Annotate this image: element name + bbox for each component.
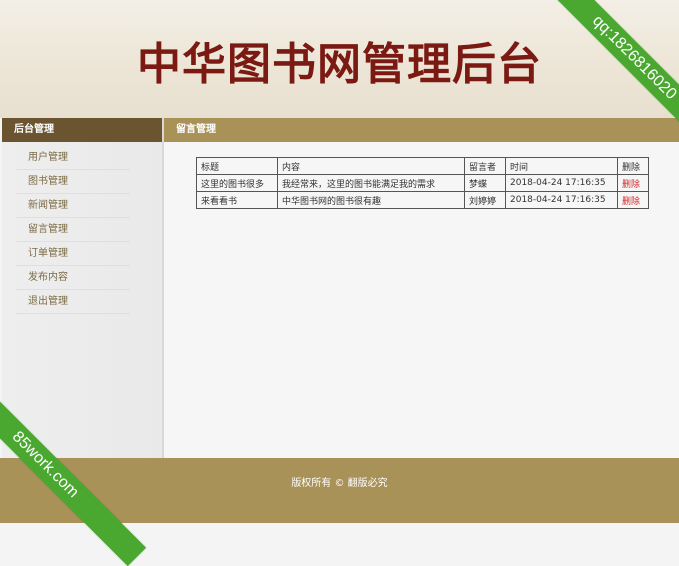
col-delete: 删除	[617, 157, 649, 175]
sidebar-title: 后台管理	[2, 118, 162, 142]
main-content: 标题 内容 留言者 时间 删除 这里的图书很多 我经常来，这里的图书能满足我的需…	[164, 142, 679, 458]
main-title: 留言管理	[164, 118, 679, 142]
cell-content: 我经常来，这里的图书能满足我的需求	[277, 174, 465, 192]
sidebar: 后台管理 用户管理 图书管理 新闻管理 留言管理 订单管理 发布内容 退出管理	[2, 118, 164, 458]
site-title: 中华图书网管理后台	[137, 39, 542, 90]
table-row: 这里的图书很多 我经常来，这里的图书能满足我的需求 梦蝶 2018-04-24 …	[196, 174, 649, 192]
col-content: 内容	[277, 157, 465, 175]
col-title: 标题	[196, 157, 278, 175]
sidebar-item-news[interactable]: 新闻管理	[16, 194, 130, 218]
table-row: 来看看书 中华图书网的图书很有趣 刘婷婷 2018-04-24 17:16:35…	[196, 191, 649, 209]
cell-author: 刘婷婷	[464, 191, 506, 209]
cell-title: 来看看书	[196, 191, 278, 209]
sidebar-item-books[interactable]: 图书管理	[16, 170, 130, 194]
cell-content: 中华图书网的图书很有趣	[277, 191, 465, 209]
sidebar-item-orders[interactable]: 订单管理	[16, 242, 130, 266]
copyright-text: 版权所有 © 翻版必究	[291, 478, 388, 489]
cell-time: 2018-04-24 17:16:35	[505, 174, 618, 192]
sidebar-item-logout[interactable]: 退出管理	[16, 290, 130, 314]
cell-title: 这里的图书很多	[196, 174, 278, 192]
cell-author: 梦蝶	[464, 174, 506, 192]
sidebar-item-publish[interactable]: 发布内容	[16, 266, 130, 290]
sidebar-item-users[interactable]: 用户管理	[16, 146, 130, 170]
col-author: 留言者	[464, 157, 506, 175]
delete-link[interactable]: 删除	[617, 174, 649, 192]
col-time: 时间	[505, 157, 618, 175]
table-header-row: 标题 内容 留言者 时间 删除	[196, 157, 649, 175]
cell-time: 2018-04-24 17:16:35	[505, 191, 618, 209]
sidebar-menu: 用户管理 图书管理 新闻管理 留言管理 订单管理 发布内容 退出管理	[16, 146, 130, 314]
delete-link[interactable]: 删除	[617, 191, 649, 209]
messages-table: 标题 内容 留言者 时间 删除 这里的图书很多 我经常来，这里的图书能满足我的需…	[196, 157, 649, 209]
sidebar-item-messages[interactable]: 留言管理	[16, 218, 130, 242]
